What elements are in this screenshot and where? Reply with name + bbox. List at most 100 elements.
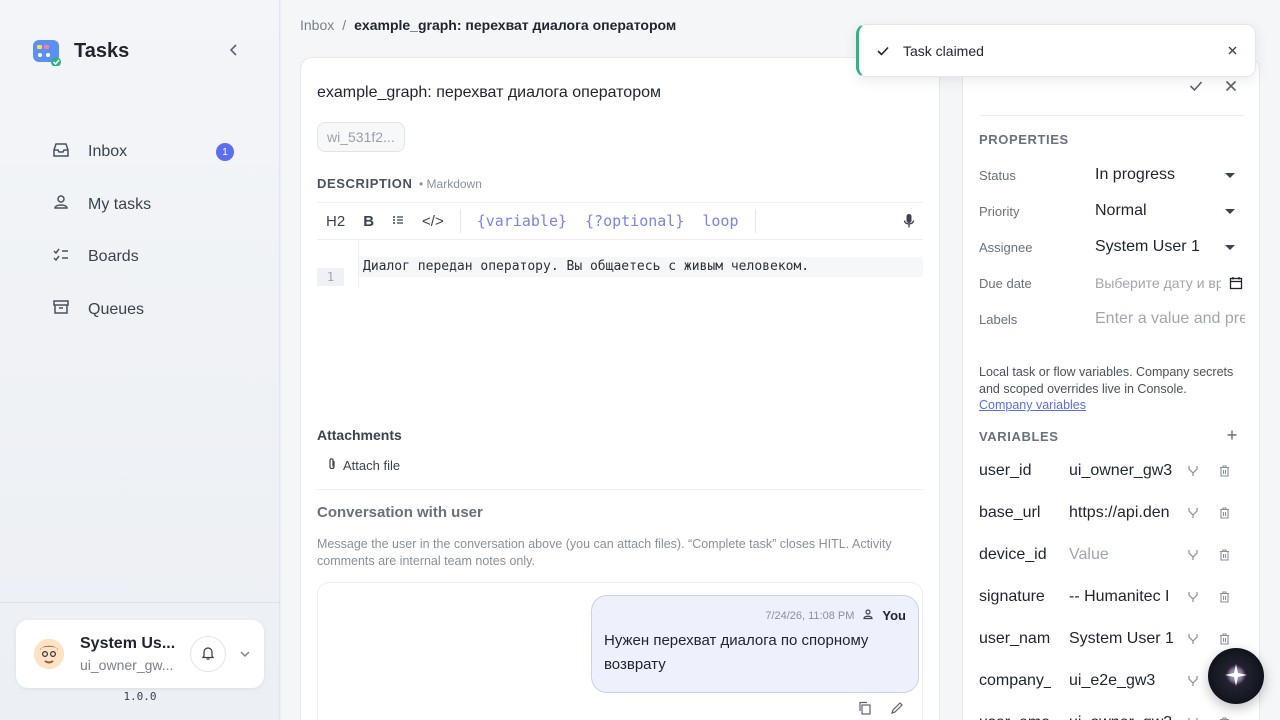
- chevron-down-icon: [1225, 172, 1235, 178]
- sidebar-item-queues[interactable]: Queues: [36, 288, 256, 332]
- user-handle: ui_owner_gw...: [80, 657, 174, 673]
- variable-value[interactable]: ui_owner_gw3: [1069, 462, 1173, 480]
- sidebar-item-boards[interactable]: Boards: [36, 235, 256, 279]
- editor-line[interactable]: Диалог передан оператору. Вы общаетесь с…: [359, 257, 923, 277]
- trash-icon[interactable]: [1219, 465, 1230, 477]
- check-icon[interactable]: [1189, 80, 1203, 92]
- trash-icon[interactable]: [1219, 633, 1230, 645]
- message-actions: [858, 701, 904, 715]
- variable-key[interactable]: signature: [979, 588, 1051, 606]
- variable-value[interactable]: Value: [1069, 546, 1173, 564]
- close-icon[interactable]: [1225, 80, 1237, 92]
- app-title: Tasks: [74, 39, 130, 62]
- divider: [317, 489, 923, 490]
- divider: [979, 115, 1245, 116]
- chevron-down-icon[interactable]: [240, 649, 250, 660]
- list-button[interactable]: [383, 206, 413, 236]
- status-select[interactable]: In progress: [1095, 166, 1245, 184]
- trash-icon[interactable]: [1219, 507, 1230, 519]
- labels-input[interactable]: Enter a value and pre: [1095, 310, 1245, 328]
- fork-icon[interactable]: [1187, 507, 1199, 519]
- priority-select[interactable]: Normal: [1095, 202, 1245, 220]
- calendar-icon[interactable]: [1229, 276, 1243, 290]
- variable-key[interactable]: user_name: [979, 630, 1051, 648]
- bold-button[interactable]: B: [354, 206, 383, 236]
- insert-variable-button[interactable]: {variable}: [468, 212, 576, 230]
- variable-value[interactable]: System User 1: [1069, 630, 1173, 648]
- variable-key[interactable]: base_url: [979, 504, 1051, 522]
- description-editor[interactable]: 1 Диалог передан оператору. Вы общаетесь…: [317, 240, 923, 400]
- message-bubble: 7/24/26, 11:08 PM You Нужен перехват диа…: [591, 595, 919, 693]
- close-icon[interactable]: [1228, 46, 1237, 55]
- attachments-title: Attachments: [317, 427, 402, 443]
- property-status: Status In progress: [979, 157, 1245, 193]
- message-meta: 7/24/26, 11:08 PM You: [604, 608, 906, 623]
- toast-text: Task claimed: [903, 42, 984, 59]
- fork-icon[interactable]: [1187, 675, 1199, 687]
- user-card[interactable]: System Us... ui_owner_gw...: [16, 620, 264, 688]
- conversation-help-text: Message the user in the conversation abo…: [317, 537, 892, 568]
- due-date-input[interactable]: Выберите дату и вр: [1095, 275, 1245, 291]
- collapse-sidebar-icon[interactable]: [224, 40, 244, 60]
- variable-actions: [1187, 591, 1230, 603]
- fork-icon[interactable]: [1187, 591, 1199, 603]
- insert-loop-button[interactable]: loop: [693, 212, 747, 230]
- avatar: [34, 639, 64, 669]
- variable-row: user_id ui_owner_gw3: [979, 450, 1249, 492]
- message-text: Нужен перехват диалога по спорному возвр…: [604, 632, 869, 673]
- properties-title: PROPERTIES: [979, 132, 1069, 147]
- variables-header: VARIABLES: [979, 427, 1245, 445]
- variables-title: VARIABLES: [979, 428, 1059, 444]
- variable-key[interactable]: company_: [979, 672, 1051, 690]
- check-icon: [877, 43, 889, 59]
- variable-value[interactable]: ui_e2e_gw3: [1069, 672, 1173, 690]
- due-date-placeholder: Выберите дату и вр: [1095, 275, 1221, 291]
- fork-icon[interactable]: [1187, 633, 1199, 645]
- company-variables-link[interactable]: Company variables: [979, 398, 1086, 412]
- attach-file-button[interactable]: Attach file: [327, 457, 400, 474]
- properties-panel: PROPERTIES Status In progress Priority N…: [962, 57, 1260, 720]
- property-label: Priority: [979, 203, 1020, 219]
- sidebar-item-my-tasks[interactable]: My tasks: [36, 183, 256, 227]
- breadcrumb-current: example_graph: перехват диалога оператор…: [354, 17, 677, 33]
- variables-help-text: Local task or flow variables. Company se…: [979, 365, 1234, 396]
- fork-icon[interactable]: [1187, 549, 1199, 561]
- variable-key[interactable]: device_id: [979, 546, 1051, 564]
- breadcrumb: Inbox / example_graph: перехват диалога …: [300, 17, 676, 33]
- assistant-button[interactable]: [1208, 648, 1264, 704]
- variable-key[interactable]: user_emai: [979, 714, 1051, 720]
- edit-icon[interactable]: [890, 701, 904, 715]
- conversation-box: 7/24/26, 11:08 PM You Нужен перехват диа…: [317, 582, 923, 720]
- fork-icon[interactable]: [1187, 465, 1199, 477]
- brand[interactable]: Tasks: [32, 36, 130, 67]
- copy-icon[interactable]: [858, 701, 872, 715]
- trash-icon[interactable]: [1219, 549, 1230, 561]
- task-id-chip[interactable]: wi_531f2...: [317, 122, 405, 152]
- variable-row: device_id Value: [979, 534, 1249, 576]
- code-button[interactable]: </>: [413, 206, 453, 236]
- insert-optional-button[interactable]: {?optional}: [576, 212, 693, 230]
- person-icon: [862, 608, 874, 623]
- microphone-icon[interactable]: [895, 213, 923, 229]
- notifications-button[interactable]: [190, 636, 226, 672]
- breadcrumb-inbox[interactable]: Inbox: [300, 17, 334, 33]
- add-variable-icon[interactable]: [1227, 427, 1245, 445]
- variable-value[interactable]: ui_owner_gw3: [1069, 714, 1173, 720]
- assignee-select[interactable]: System User 1: [1095, 238, 1245, 256]
- inbox-icon: [52, 141, 70, 164]
- variable-key[interactable]: user_id: [979, 462, 1051, 480]
- variable-value[interactable]: -- Humanitec I: [1069, 588, 1173, 606]
- variable-value[interactable]: https://api.den: [1069, 504, 1173, 522]
- task-card: example_graph: перехват диалога оператор…: [300, 57, 940, 720]
- tasks-logo-icon: [32, 36, 62, 67]
- editor-gutter: 1: [317, 240, 359, 288]
- sidebar-item-label: Boards: [88, 248, 139, 265]
- sidebar-item-label: Inbox: [88, 143, 128, 160]
- panel-actions: [1189, 80, 1237, 92]
- task-title[interactable]: example_graph: перехват диалога оператор…: [317, 84, 661, 102]
- sidebar-item-inbox[interactable]: Inbox 1: [36, 130, 256, 174]
- trash-icon[interactable]: [1219, 591, 1230, 603]
- toolbar-divider: [754, 209, 756, 233]
- variable-actions: [1187, 465, 1230, 477]
- heading-button[interactable]: H2: [317, 206, 354, 236]
